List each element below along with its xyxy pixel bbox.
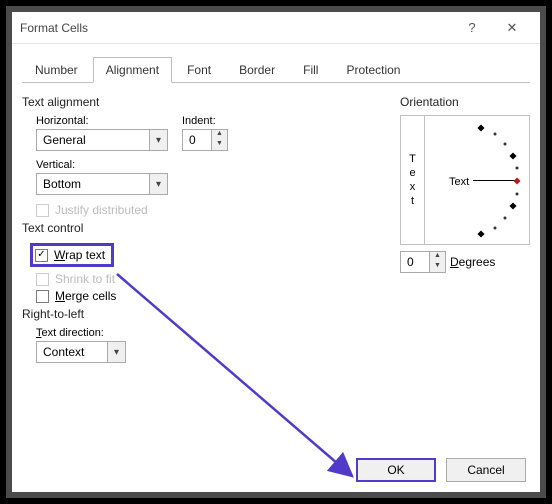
text-alignment-label: Text alignment <box>22 95 380 109</box>
vertical-combo[interactable]: Bottom ▾ <box>36 173 168 195</box>
horizontal-label: Horizontal: <box>36 115 168 127</box>
spinner-down-icon[interactable]: ▼ <box>430 262 445 272</box>
shrink-to-fit-checkbox: Shrink to fit <box>36 272 380 286</box>
justify-distributed-checkbox: Justify distributed <box>36 203 380 217</box>
degrees-label: Degrees <box>450 255 495 269</box>
indent-label: Indent: <box>182 115 228 127</box>
orientation-label: Orientation <box>400 95 530 109</box>
wrap-text-label: Wrap text <box>54 248 105 262</box>
rtl-label: Right-to-left <box>22 307 380 321</box>
orientation-dial[interactable]: Text <box>425 116 529 244</box>
vertical-label: Vertical: <box>36 159 380 171</box>
vertical-text-button[interactable]: Text <box>401 116 425 244</box>
checkbox-icon <box>36 290 49 303</box>
text-direction-value: Context <box>37 345 107 359</box>
orientation-handle-icon[interactable] <box>513 177 520 184</box>
checkbox-icon <box>36 273 49 286</box>
text-control-label: Text control <box>22 221 380 235</box>
wrap-text-checkbox[interactable]: ✓ <box>35 249 48 262</box>
titlebar: Format Cells ? ✕ <box>12 12 540 44</box>
text-direction-combo[interactable]: Context ▾ <box>36 341 126 363</box>
ok-button[interactable]: OK <box>356 458 436 482</box>
tab-alignment[interactable]: Alignment <box>93 57 172 83</box>
cancel-button[interactable]: Cancel <box>446 458 526 482</box>
orientation-control[interactable]: Text Text <box>400 115 530 245</box>
chevron-down-icon: ▾ <box>149 130 167 150</box>
spinner-down-icon[interactable]: ▼ <box>212 140 227 150</box>
horizontal-value: General <box>37 133 149 147</box>
tab-strip: Number Alignment Font Border Fill Protec… <box>22 56 530 83</box>
vertical-value: Bottom <box>37 177 149 191</box>
help-button[interactable]: ? <box>452 13 492 43</box>
tab-fill[interactable]: Fill <box>290 57 331 83</box>
wrap-text-highlight: ✓ Wrap text <box>30 243 114 267</box>
spinner-up-icon[interactable]: ▲ <box>212 130 227 140</box>
horizontal-combo[interactable]: General ▾ <box>36 129 168 151</box>
chevron-down-icon: ▾ <box>107 342 125 362</box>
window-title: Format Cells <box>20 21 88 35</box>
orientation-text: Text <box>449 176 469 188</box>
tab-protection[interactable]: Protection <box>333 57 413 83</box>
close-button[interactable]: ✕ <box>492 13 532 43</box>
merge-cells-checkbox[interactable]: Merge cells <box>36 289 380 303</box>
chevron-down-icon: ▾ <box>149 174 167 194</box>
tab-border[interactable]: Border <box>226 57 288 83</box>
format-cells-dialog: Format Cells ? ✕ Number Alignment Font B… <box>12 12 540 492</box>
indent-spinner[interactable]: 0 ▲▼ <box>182 129 228 151</box>
text-direction-label: Text direction: <box>36 327 380 339</box>
spinner-up-icon[interactable]: ▲ <box>430 252 445 262</box>
tab-font[interactable]: Font <box>174 57 224 83</box>
tab-number[interactable]: Number <box>22 57 91 83</box>
checkbox-icon <box>36 204 49 217</box>
degrees-spinner[interactable]: 0 ▲▼ <box>400 251 446 273</box>
degrees-value: 0 <box>401 255 429 269</box>
indent-value: 0 <box>183 133 211 147</box>
